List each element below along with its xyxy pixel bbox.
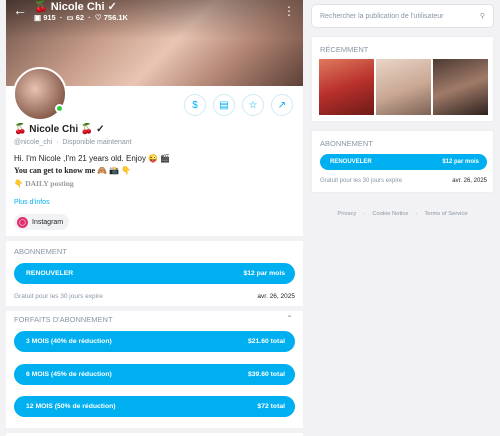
bundle-label: 3 MOIS (40% de réduction) [26, 338, 112, 345]
renew-button[interactable]: RENOUVELER $12 par mois [14, 263, 295, 284]
recent-thumbnail[interactable] [376, 59, 431, 115]
bundle-6-months-button[interactable]: 6 MOIS (45% de réduction) $39.60 total [14, 364, 295, 385]
message-icon: ▤ [219, 99, 229, 111]
bundle-price: $21.60 total [247, 338, 285, 345]
header-name: 🍒 Nicole Chi ✓ [34, 0, 117, 13]
bundle-price: $72 total [257, 403, 285, 410]
videos-count: 62 [75, 13, 85, 22]
profile-actions: $ ▤ ☆ ↗ [184, 94, 293, 116]
recent-thumbnail[interactable] [319, 59, 374, 115]
terms-link[interactable]: Terms of Service [424, 211, 467, 217]
tip-button[interactable]: $ [184, 94, 206, 116]
divider [6, 306, 303, 311]
share-button[interactable]: ↗ [271, 94, 293, 116]
sidebar-subscription-note: Gratuit pour les 30 jours expire avr. 26… [320, 178, 487, 184]
back-arrow-icon[interactable]: ← [13, 3, 27, 17]
bundle-label: 6 MOIS (45% de réduction) [26, 371, 112, 378]
cherry-icon: 🍒 [34, 1, 48, 13]
availability-status: Disponible maintenant [62, 139, 132, 146]
subscription-note-text: Gratuit pour les 30 jours expire [320, 178, 403, 184]
bundle-label: 12 MOIS (50% de réduction) [26, 403, 116, 410]
likes-count: 756.1K [103, 13, 128, 22]
bio-line: Hi. I'm Nicole ,I'm 21 years old. Enjoy … [14, 154, 171, 163]
subscription-note-text: Gratuit pour les 30 jours expire [14, 293, 103, 300]
divider [6, 428, 303, 433]
recent-media-card: RÉCEMMENT [311, 36, 494, 122]
bundles-title: FORFAITS D'ABONNEMENT [14, 315, 113, 324]
share-icon: ↗ [277, 99, 287, 111]
search-icon[interactable]: ⚲ [480, 12, 485, 20]
sidebar-renew-button[interactable]: RENOUVELER $12 par mois [320, 154, 487, 170]
bundle-price: $39.60 total [247, 371, 285, 378]
recent-title: RÉCEMMENT [320, 45, 369, 54]
subscription-expiry-date: avr. 26, 2025 [452, 178, 487, 184]
profile-header-bar: ← 🍒 Nicole Chi ✓ ▣ 915 · ▭ 62 · ♡ 756.1K… [6, 0, 303, 26]
profile-handle: @nicole_chi [14, 139, 53, 146]
footer-separator: · [415, 211, 418, 217]
more-info-link[interactable]: Plus d'infos [14, 199, 50, 206]
cherry-icon: 🍒 [14, 124, 27, 135]
instagram-label: Instagram [32, 218, 64, 226]
privacy-link[interactable]: Privacy [337, 211, 356, 217]
subscription-note: Gratuit pour les 30 jours expire avr. 26… [14, 293, 295, 300]
profile-name: 🍒 Nicole Chi 🍒 ✓ [14, 124, 105, 135]
cookie-notice-link[interactable]: Cookie Notice [372, 211, 408, 217]
profile-column: ← 🍒 Nicole Chi ✓ ▣ 915 · ▭ 62 · ♡ 756.1K… [6, 0, 303, 436]
renew-label: RENOUVELER [330, 159, 372, 165]
message-button[interactable]: ▤ [213, 94, 235, 116]
instagram-link[interactable]: ◯ Instagram [14, 214, 70, 230]
verified-icon: ✓ [96, 124, 105, 135]
online-status-dot [55, 104, 64, 113]
renew-label: RENOUVELER [26, 270, 74, 277]
dollar-icon: $ [192, 99, 198, 111]
cherry-icon: 🍒 [80, 124, 94, 135]
recent-thumbnail[interactable] [433, 59, 488, 115]
instagram-icon: ◯ [17, 216, 28, 228]
search-placeholder: Rechercher la publication de l'utilisate… [320, 12, 444, 20]
bundle-3-months-button[interactable]: 3 MOIS (40% de réduction) $21.60 total [14, 331, 295, 352]
favorite-button[interactable]: ☆ [242, 94, 264, 116]
subscription-title: ABONNEMENT [14, 247, 67, 256]
search-input[interactable]: Rechercher la publication de l'utilisate… [311, 4, 494, 28]
sidebar-subscription-card: ABONNEMENT RENOUVELER $12 par mois Gratu… [311, 130, 494, 193]
header-name-text: Nicole Chi [50, 1, 105, 13]
header-stats: ▣ 915 · ▭ 62 · ♡ 756.1K [34, 13, 128, 22]
video-icon: ▭ [66, 13, 74, 22]
footer-links: Privacy · Cookie Notice · Terms of Servi… [311, 211, 494, 217]
profile-name-text: Nicole Chi [29, 124, 79, 135]
subscription-expiry-date: avr. 26, 2025 [257, 293, 295, 300]
bio-line: You can get to know me 🙈 📸 👇 [14, 166, 131, 175]
sidebar-subscription-title: ABONNEMENT [320, 139, 373, 148]
bio-line: 👇 DAILY posting [14, 179, 74, 188]
star-icon: ☆ [248, 99, 258, 111]
divider [6, 236, 303, 241]
chevron-up-icon[interactable]: ⌃ [286, 314, 293, 323]
profile-handle-line: @nicole_chi · Disponible maintenant [14, 139, 132, 146]
image-icon: ▣ [34, 13, 42, 22]
verified-icon: ✓ [107, 1, 117, 13]
heart-icon: ♡ [94, 13, 102, 22]
renew-price: $12 par mois [442, 159, 479, 165]
renew-price: $12 par mois [243, 270, 285, 277]
kebab-icon[interactable]: ⋮ [283, 4, 295, 18]
images-count: 915 [43, 13, 56, 22]
bundle-12-months-button[interactable]: 12 MOIS (50% de réduction) $72 total [14, 396, 295, 417]
footer-separator: · [363, 211, 366, 217]
